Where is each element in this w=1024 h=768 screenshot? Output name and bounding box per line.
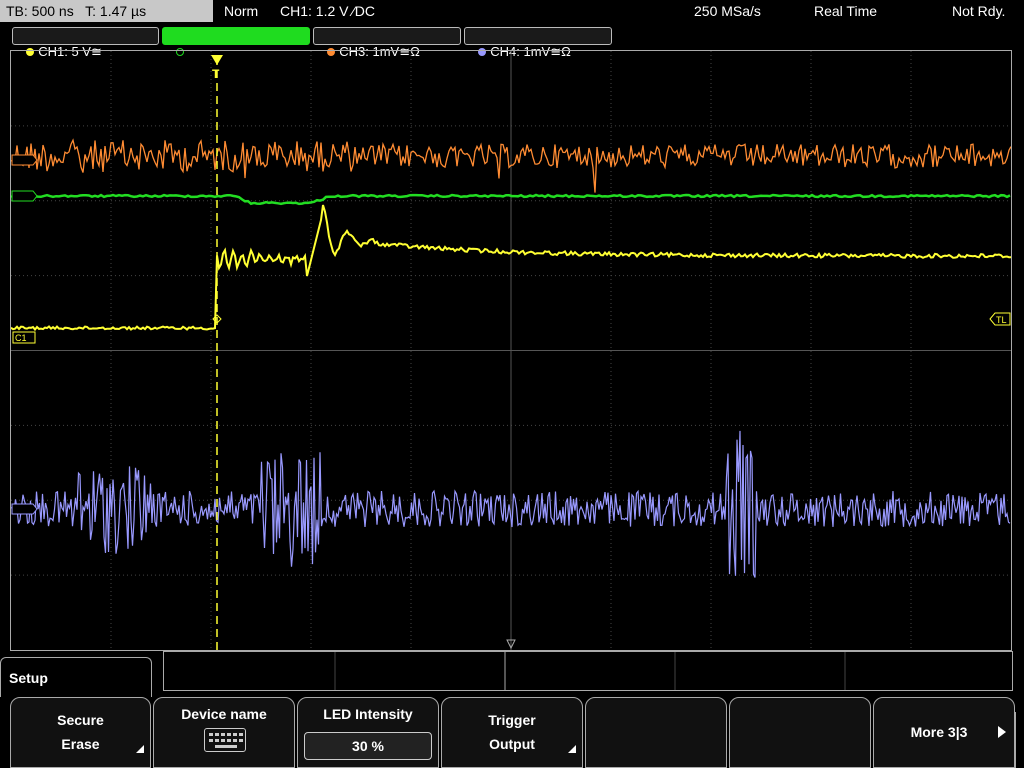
acquisition-state: Not Rdy. <box>952 3 1006 19</box>
trigger-output-button[interactable]: Trigger Output <box>441 697 583 768</box>
secure-erase-line1: Secure <box>57 712 104 728</box>
softkey-6-empty[interactable] <box>729 697 871 768</box>
channel-tab-ch1[interactable]: CH1: 5 V≅ <box>12 27 159 59</box>
menu-scroll-edge <box>1015 712 1024 768</box>
ch4-ground-marker-icon <box>11 503 38 515</box>
trigger-mode[interactable]: Norm <box>224 0 258 22</box>
secure-erase-line2: Erase <box>61 736 100 752</box>
waveform-svg: T C1 TL <box>11 51 1011 650</box>
keyboard-icon <box>204 728 246 752</box>
secure-erase-button[interactable]: Secure Erase <box>10 697 151 768</box>
led-intensity-button[interactable]: LED Intensity 30 % <box>297 697 439 768</box>
zoom-strip-grid <box>334 652 846 690</box>
timebase-value: TB: 500 ns <box>6 3 74 19</box>
trigger-level-text: TL <box>996 315 1007 325</box>
menu-title: Setup <box>0 657 152 697</box>
trigger-position-marker: T <box>212 67 220 81</box>
softkey-5-empty[interactable] <box>585 697 727 768</box>
more-label: More 3|3 <box>910 724 968 740</box>
sample-rate: 250 MSa/s <box>694 3 761 19</box>
channel-tab-ch3[interactable]: CH3: 1mV≅Ω <box>313 27 461 59</box>
device-name-label: Device name <box>181 706 267 722</box>
acquisition-mode[interactable]: Real Time <box>814 0 877 22</box>
trigger-output-line1: Trigger <box>488 712 536 728</box>
ch3-ground-marker-icon <box>11 154 38 166</box>
submenu-indicator-icon <box>568 745 576 753</box>
graticule-grid <box>11 51 1011 650</box>
timebase-readout[interactable]: TB: 500 ns T: 1.47 µs <box>0 0 213 22</box>
submenu-indicator-icon <box>136 745 144 753</box>
trigger-time-value: T: 1.47 µs <box>85 3 147 19</box>
waveform-display[interactable]: T C1 TL <box>10 50 1012 651</box>
channel-tab-ch2[interactable]: CH2: 20 mV≅Ω <box>162 27 310 59</box>
trigger-setting[interactable]: CH1: 1.2 V ⁄DC <box>280 0 375 22</box>
device-name-button[interactable]: Device name <box>153 697 295 768</box>
trigger-level-marker: TL <box>989 312 1011 326</box>
next-page-icon <box>998 726 1006 738</box>
zoom-strip <box>163 651 1013 691</box>
ch2-ground-marker-icon <box>11 190 38 202</box>
led-intensity-label: LED Intensity <box>323 706 413 722</box>
trigger-output-line2: Output <box>489 736 535 752</box>
channel-tab-ch4[interactable]: CH4: 1mV≅Ω <box>464 27 612 59</box>
more-button[interactable]: More 3|3 <box>873 697 1015 768</box>
ch1-marker-text: C1 <box>15 333 27 343</box>
ch1-ground-marker: C1 <box>12 331 36 344</box>
trigger-position-icon <box>211 55 223 65</box>
led-intensity-value[interactable]: 30 % <box>304 732 432 760</box>
